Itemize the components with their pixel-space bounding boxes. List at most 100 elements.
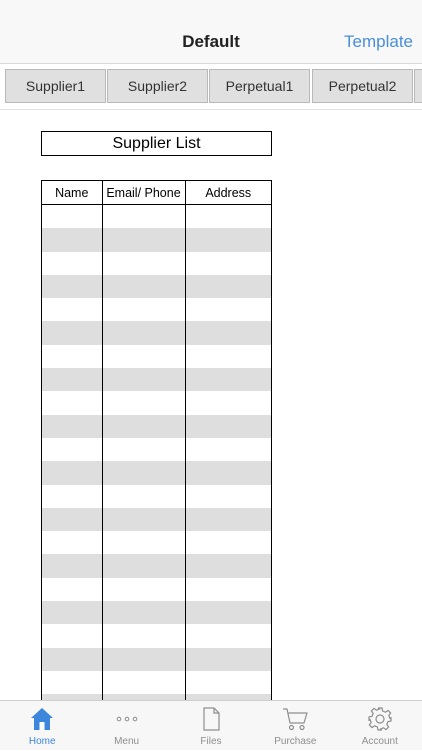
more-icon [116,716,137,722]
template-button[interactable]: Template [344,32,413,52]
address-cell[interactable] [184,601,271,625]
address-cell[interactable] [184,414,271,438]
address-cell[interactable] [184,274,271,299]
tab-next-partial[interactable] [414,69,422,103]
address-cell[interactable] [184,647,271,671]
name-cell[interactable] [42,438,102,461]
email-phone-cell[interactable] [101,507,185,532]
address-cell[interactable] [184,228,271,252]
tabbar-label-account: Account [361,736,398,747]
email-phone-cell[interactable] [101,577,185,602]
address-cell[interactable] [184,507,271,532]
name-cell[interactable] [42,345,102,368]
name-cell[interactable] [42,298,102,321]
name-cell[interactable] [42,485,102,508]
tabbar-item-menu[interactable]: Menu [84,701,168,751]
email-phone-cell[interactable] [101,484,185,508]
address-cell[interactable] [184,531,271,555]
email-phone-cell[interactable] [101,670,185,695]
tab-perpetual2[interactable]: Perpetual2 [312,69,413,103]
table-row [42,507,271,532]
name-cell[interactable] [42,414,102,438]
table-row [42,437,271,462]
name-cell[interactable] [42,461,102,485]
name-cell[interactable] [42,671,102,694]
name-cell[interactable] [42,578,102,601]
home-icon [31,708,54,730]
email-phone-cell[interactable] [101,204,185,229]
email-phone-cell[interactable] [101,647,185,671]
name-cell[interactable] [42,252,102,275]
table-row [42,601,271,625]
name-cell[interactable] [42,274,102,299]
email-phone-cell[interactable] [101,461,185,485]
address-cell[interactable] [184,554,271,578]
name-cell[interactable] [42,228,102,252]
address-cell[interactable] [184,298,271,322]
tabbar-item-home[interactable]: Home [0,701,84,751]
table-row [42,204,271,229]
tab-perpetual1[interactable]: Perpetual1 [209,69,310,103]
name-cell[interactable] [42,647,102,671]
address-cell[interactable] [184,251,271,275]
supplier-list-title: Supplier List [41,131,272,156]
name-cell[interactable] [42,554,102,578]
table-row [42,670,271,695]
name-cell[interactable] [42,321,102,345]
tabbar-item-files[interactable]: Files [169,701,253,751]
tabbar-item-purchase[interactable]: Purchase [253,701,337,751]
tab-supplier2[interactable]: Supplier2 [107,69,208,103]
email-phone-cell[interactable] [101,601,185,625]
table-row [42,344,271,369]
column-header-address[interactable]: Address [184,181,271,205]
address-cell[interactable] [184,461,271,485]
name-cell[interactable] [42,531,102,554]
table-row [42,624,271,648]
address-cell[interactable] [184,624,271,648]
name-cell[interactable] [42,205,102,229]
email-phone-cell[interactable] [101,437,185,462]
email-phone-cell[interactable] [101,554,185,578]
address-cell[interactable] [184,321,271,345]
email-phone-cell[interactable] [101,391,185,415]
address-cell[interactable] [184,577,271,602]
navigation-bar: Default Template [0,0,422,64]
email-phone-cell[interactable] [101,228,185,252]
name-cell[interactable] [42,601,102,625]
table-row [42,531,271,555]
table-row [42,321,271,345]
address-cell[interactable] [184,204,271,229]
address-cell[interactable] [184,437,271,462]
table-row [42,368,271,392]
email-phone-cell[interactable] [101,298,185,322]
name-cell[interactable] [42,624,102,647]
email-phone-cell[interactable] [101,624,185,648]
column-header-email-phone[interactable]: Email/ Phone [101,181,185,205]
table-row [42,554,271,578]
column-header-name[interactable]: Name [42,181,102,205]
header-row: Name Email/ Phone Address [42,181,271,205]
name-cell[interactable] [42,391,102,414]
name-cell[interactable] [42,507,102,532]
email-phone-cell[interactable] [101,531,185,555]
email-phone-cell[interactable] [101,344,185,369]
bottom-tab-bar: Home Menu Files Purchase Account [0,700,422,750]
address-cell[interactable] [184,391,271,415]
email-phone-cell[interactable] [101,368,185,392]
address-cell[interactable] [184,368,271,392]
tabbar-item-account[interactable]: Account [338,701,422,751]
email-phone-cell[interactable] [101,274,185,299]
table-row [42,391,271,415]
table-row [42,274,271,299]
name-cell[interactable] [42,368,102,392]
email-phone-cell[interactable] [101,414,185,438]
table-row [42,461,271,485]
address-cell[interactable] [184,670,271,695]
address-cell[interactable] [184,484,271,508]
table-row [42,484,271,508]
tabbar-label-home: Home [28,736,56,747]
email-phone-cell[interactable] [101,251,185,275]
tab-supplier1[interactable]: Supplier1 [5,69,106,103]
email-phone-cell[interactable] [101,321,185,345]
address-cell[interactable] [184,344,271,369]
